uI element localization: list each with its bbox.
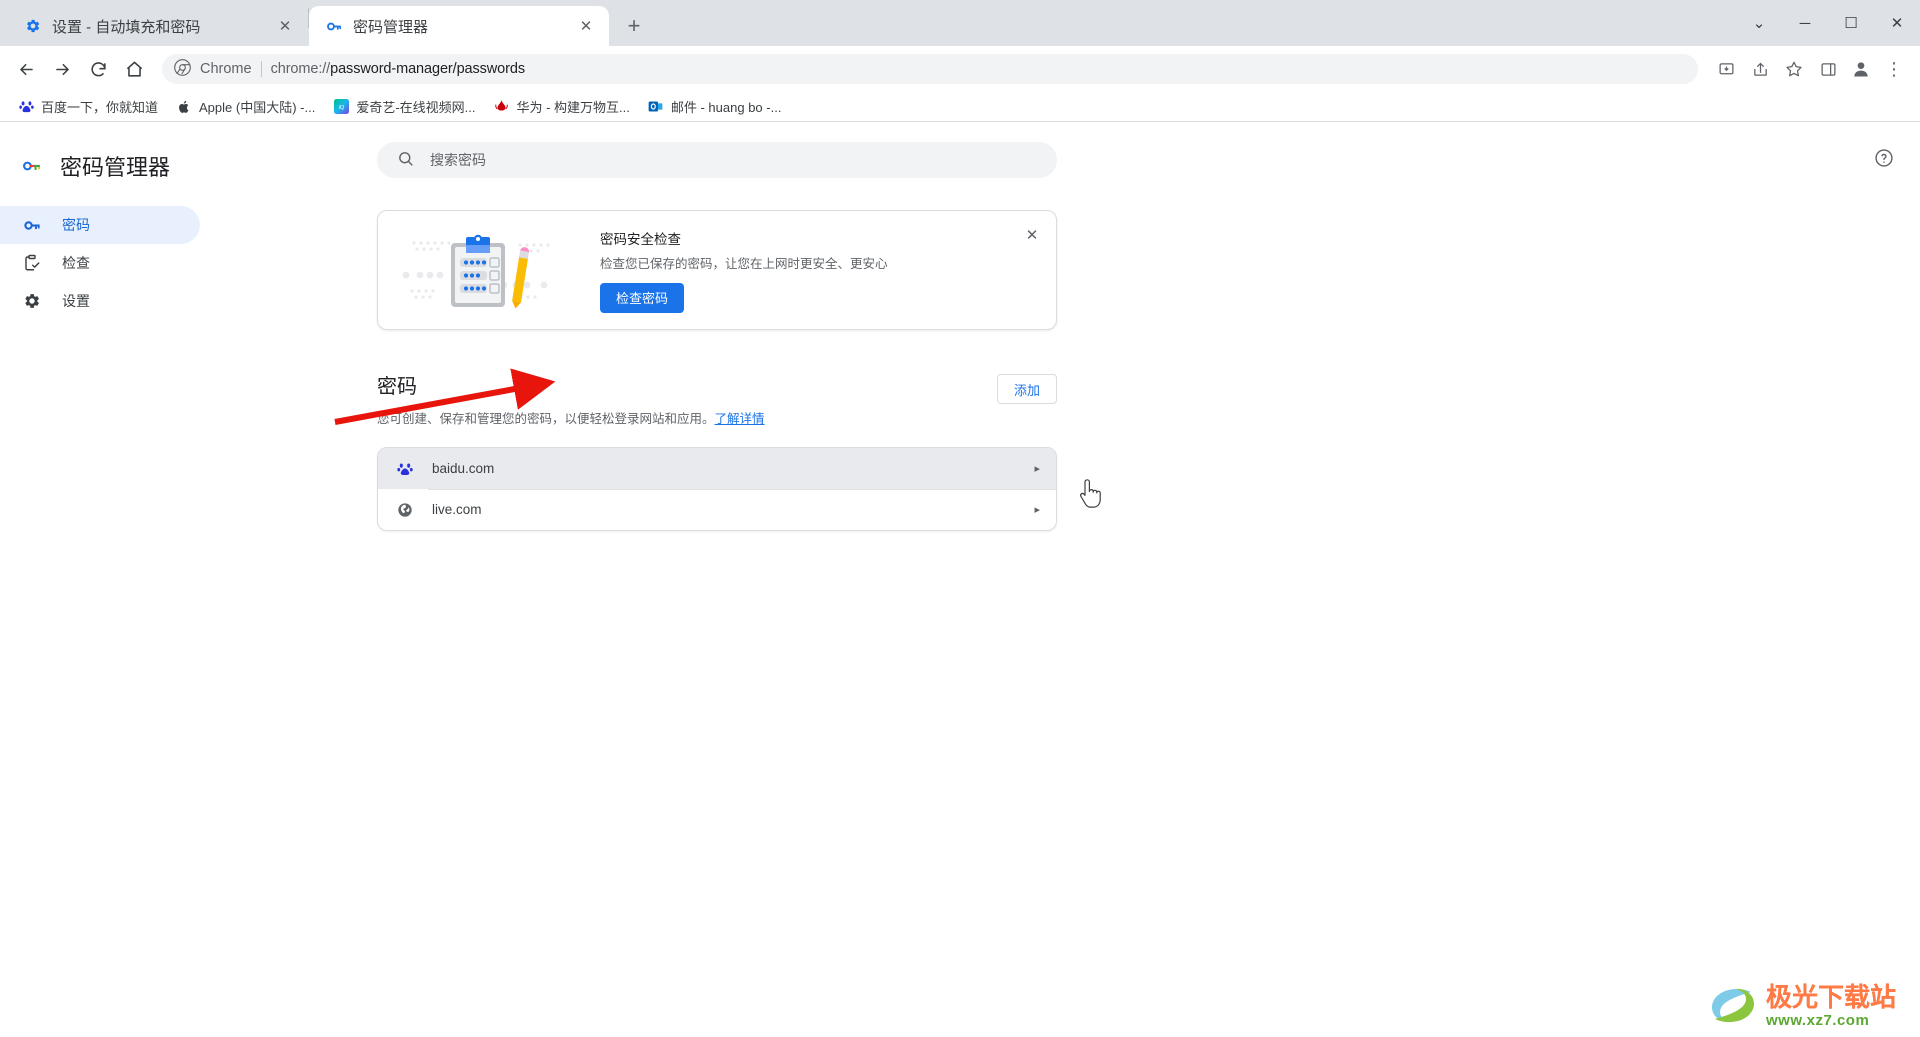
watermark-logo-icon [1711,988,1754,1023]
sidebar-item-label: 密码 [62,217,90,233]
bookmark-huawei[interactable]: 华为 - 构建万物互... [485,93,637,120]
password-manager-page: 密码管理器 密码 检查 设置 搜索密码 密码安全检查 检查您已保存的密码，让您在… [0,122,1920,1036]
check-passwords-button[interactable]: 检查密码 [600,282,685,313]
search-input[interactable]: 搜索密码 [377,142,1057,178]
key-icon [22,215,42,235]
checkup-icon [22,253,42,273]
bookmark-label: 爱奇艺-在线视频网... [356,100,476,115]
back-icon[interactable] [10,53,42,85]
browser-tab-password-manager[interactable]: 密码管理器 ✕ [309,6,609,46]
browser-toolbar: Chrome chrome://password-manager/passwor… [0,46,1920,92]
side-panel-icon[interactable] [1812,53,1844,85]
search-placeholder: 搜索密码 [430,152,486,168]
bookmark-outlook-mail[interactable]: 邮件 - huang bo -... [640,93,790,120]
browser-tab-settings[interactable]: 设置 - 自动填充和密码 ✕ [8,6,308,46]
help-icon[interactable] [1870,144,1898,172]
checkup-card-title: 密码安全检查 [600,231,681,247]
window-controls: ⌄ ─ ☐ ✕ [1736,0,1920,46]
table-row[interactable]: baidu.com ▸ [378,448,1056,489]
mouse-cursor [1080,479,1101,508]
profile-avatar[interactable] [1846,54,1876,84]
minimize-button[interactable]: ─ [1782,0,1828,46]
sidebar-item-checkup[interactable]: 检查 [0,244,200,282]
sidebar: 密码管理器 密码 检查 设置 [0,122,255,1036]
new-tab-button[interactable]: + [617,9,651,43]
baidu-icon [18,99,34,115]
bookmark-label: 邮件 - huang bo -... [670,100,782,115]
omnibox-brand-label: Chrome [200,61,252,77]
sidebar-item-passwords[interactable]: 密码 [0,206,200,244]
checkup-card-description: 检查您已保存的密码，让您在上网时更安全、更安心 [600,256,888,271]
sidebar-item-label: 检查 [62,255,90,271]
key-icon [325,17,343,35]
table-row[interactable]: live.com ▸ [378,489,1056,530]
bookmark-baidu[interactable]: 百度一下，你就知道 [10,93,166,120]
page-title: 密码管理器 [60,155,171,180]
learn-more-link[interactable]: 了解详情 [715,412,765,426]
sidebar-item-settings[interactable]: 设置 [0,282,200,320]
passwords-description-text: 您可创建、保存和管理您的密码，以便轻松登录网站和应用。 [377,412,715,426]
password-site-name: live.com [432,502,482,517]
main-content: 搜索密码 密码安全检查 检查您已保存的密码，让您在上网时更安全、更安心 检查密码… [255,122,1920,1036]
tab-search-caret-icon[interactable]: ⌄ [1736,0,1782,46]
chevron-right-icon[interactable]: ▸ [1034,462,1040,475]
tab-strip: 设置 - 自动填充和密码 ✕ 密码管理器 ✕ + ⌄ ─ ☐ ✕ [0,0,1920,46]
iqiyi-icon: iQ [333,99,349,115]
toolbar-right-actions: ⋮ [1710,53,1910,85]
bookmarks-bar: 百度一下，你就知道 Apple (中国大陆) -... iQ 爱奇艺-在线视频网… [0,92,1920,122]
watermark-title: 极光下载站 [1765,982,1896,1012]
forward-icon[interactable] [46,53,78,85]
chrome-logo-icon [174,58,191,80]
watermark: 极光下载站 www.xz7.com [1707,984,1896,1028]
maximize-button[interactable]: ☐ [1828,0,1874,46]
bookmark-label: 百度一下，你就知道 [41,100,159,115]
bookmark-label: 华为 - 构建万物互... [516,100,630,115]
gear-icon [24,17,42,35]
tab-close-button[interactable]: ✕ [575,15,597,37]
password-site-name: baidu.com [432,461,495,476]
checkup-illustration [388,227,588,313]
bookmark-label: Apple (中国大陆) -... [199,100,316,115]
huawei-icon [493,99,509,115]
password-checkup-card: 密码安全检查 检查您已保存的密码，让您在上网时更安全、更安心 检查密码 ✕ [377,210,1057,330]
close-window-button[interactable]: ✕ [1874,0,1920,46]
bookmark-iqiyi[interactable]: iQ 爱奇艺-在线视频网... [325,93,483,120]
address-bar[interactable]: Chrome chrome://password-manager/passwor… [162,54,1698,84]
close-icon[interactable]: ✕ [1020,223,1044,247]
tab-title: 设置 - 自动填充和密码 [52,18,201,36]
outlook-icon [648,99,664,115]
apple-icon [176,99,192,115]
watermark-url: www.xz7.com [1765,1012,1870,1029]
omnibox-url: chrome://password-manager/passwords [270,61,526,77]
share-icon[interactable] [1744,53,1776,85]
password-list: baidu.com ▸ live.com ▸ [377,447,1057,531]
home-icon[interactable] [118,53,150,85]
search-icon [397,150,414,170]
tab-title: 密码管理器 [353,18,429,36]
tab-close-button[interactable]: ✕ [274,15,296,37]
add-password-button[interactable]: 添加 [996,374,1057,404]
checkup-card-text: 密码安全检查 检查您已保存的密码，让您在上网时更安全、更安心 检查密码 [588,228,1036,313]
baidu-favicon [396,460,414,478]
globe-favicon [396,501,414,519]
key-icon [22,156,42,176]
omnibox-divider [260,61,262,77]
app-brand: 密码管理器 [0,140,255,192]
passwords-section-title: 密码 [377,376,417,398]
bookmark-apple[interactable]: Apple (中国大陆) -... [168,93,323,120]
svg-text:iQ: iQ [339,105,345,111]
content-column: 搜索密码 密码安全检查 检查您已保存的密码，让您在上网时更安全、更安心 检查密码… [377,142,1057,531]
chrome-menu-icon[interactable]: ⋮ [1878,53,1910,85]
install-app-icon[interactable] [1710,53,1742,85]
reload-icon[interactable] [82,53,114,85]
chevron-right-icon[interactable]: ▸ [1034,503,1040,516]
bookmark-star-icon[interactable] [1778,53,1810,85]
passwords-section-description: 您可创建、保存和管理您的密码，以便轻松登录网站和应用。了解详情 [377,408,997,427]
gear-icon [22,291,42,311]
sidebar-item-label: 设置 [62,293,90,309]
passwords-section-header: 密码 您可创建、保存和管理您的密码，以便轻松登录网站和应用。了解详情 添加 [377,370,1057,427]
